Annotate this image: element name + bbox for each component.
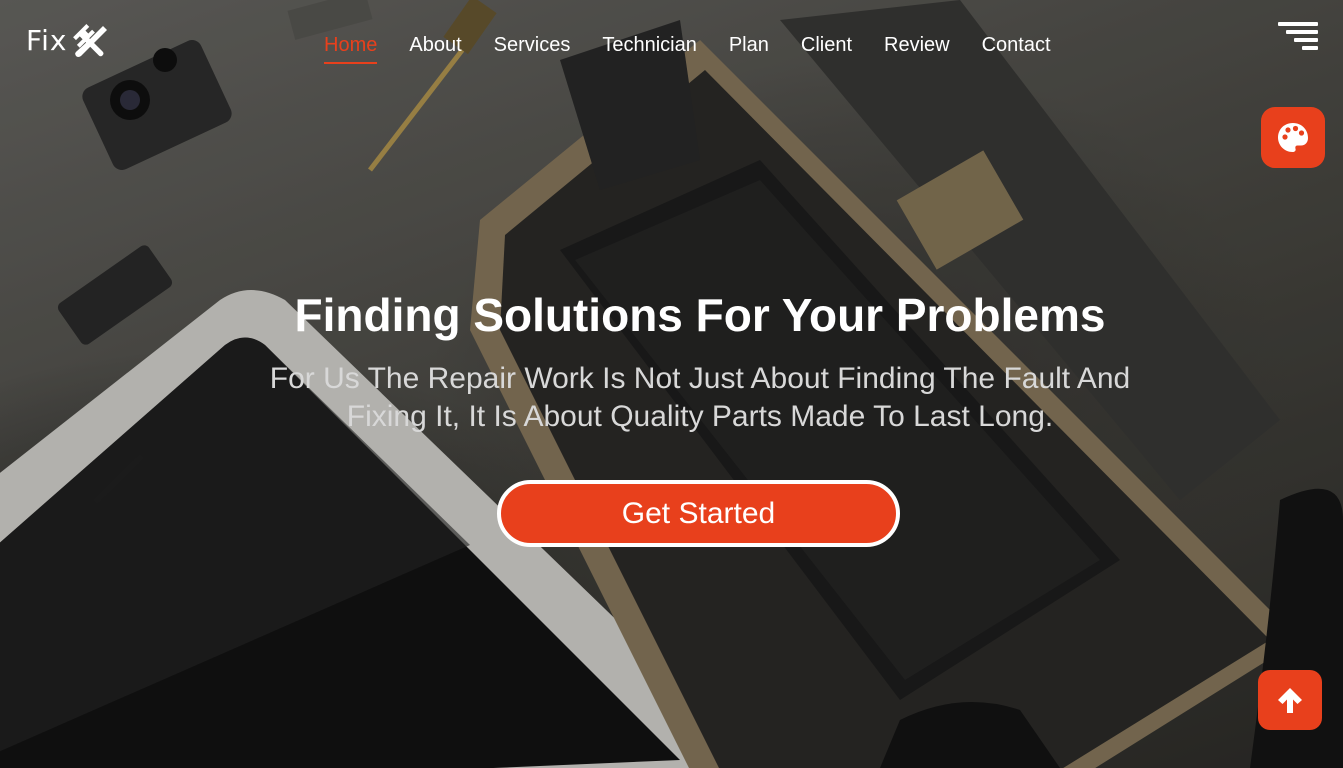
nav-item-contact[interactable]: Contact — [982, 32, 1051, 64]
arrow-up-icon — [1278, 688, 1302, 713]
menu-icon[interactable] — [1278, 20, 1318, 56]
hero-subtitle: For Us The Repair Work Is Not Just About… — [269, 362, 1131, 433]
scroll-top-button[interactable] — [1258, 670, 1322, 730]
main-nav: Home About Services Technician Plan Clie… — [324, 32, 1083, 64]
tools-icon — [73, 24, 108, 57]
nav-item-technician[interactable]: Technician — [602, 32, 697, 64]
nav-item-plan[interactable]: Plan — [729, 32, 769, 64]
brand-name: Fix — [26, 24, 68, 57]
nav-item-client[interactable]: Client — [801, 32, 852, 64]
nav-item-review[interactable]: Review — [884, 32, 950, 64]
brand-logo[interactable]: Fix — [26, 24, 109, 58]
nav-item-about[interactable]: About — [409, 32, 461, 64]
palette-icon — [1278, 122, 1308, 152]
hero-title: Finding Solutions For Your Problems — [294, 289, 1106, 341]
get-started-button[interactable]: Get Started — [497, 480, 900, 547]
nav-item-services[interactable]: Services — [494, 32, 571, 64]
theme-palette-button[interactable] — [1261, 107, 1325, 168]
hero-section: Fix Home About Services Technician Plan … — [0, 0, 1343, 768]
nav-item-home[interactable]: Home — [324, 32, 378, 64]
